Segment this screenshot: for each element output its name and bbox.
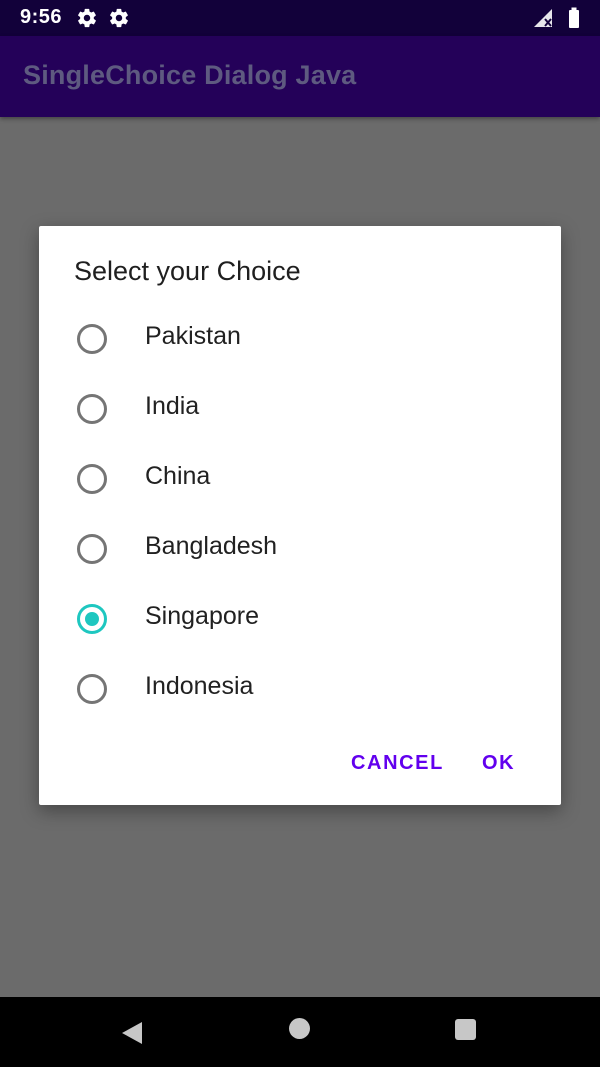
radio-button-unchecked[interactable] <box>77 534 107 564</box>
radio-button-unchecked[interactable] <box>77 394 107 424</box>
navigation-bar <box>0 997 600 1067</box>
option-label: India <box>145 392 200 420</box>
option-label: Singapore <box>145 602 259 630</box>
dialog-title: Select your Choice <box>74 256 301 286</box>
option-label: Indonesia <box>145 672 254 700</box>
option-china[interactable]: China <box>39 444 561 514</box>
status-time: 9:56 <box>20 6 63 28</box>
option-indonesia[interactable]: Indonesia <box>39 654 561 724</box>
option-label: Bangladesh <box>145 532 278 560</box>
battery-icon <box>569 7 579 28</box>
gear-icon <box>110 8 128 28</box>
back-icon[interactable] <box>121 1021 143 1045</box>
gear-icon <box>78 8 96 28</box>
app-title: SingleChoice Dialog Java <box>23 60 357 90</box>
single-choice-dialog: Select your Choice Pakistan India China … <box>39 226 561 805</box>
radio-button-unchecked[interactable] <box>77 674 107 704</box>
recents-icon[interactable] <box>455 1019 476 1040</box>
radio-button-unchecked[interactable] <box>77 324 107 354</box>
cancel-button[interactable]: CANCEL <box>351 752 444 775</box>
status-bar: 9:56 <box>0 0 600 36</box>
dialog-actions: CANCEL OK <box>39 746 561 786</box>
option-label: China <box>145 462 211 490</box>
option-bangladesh[interactable]: Bangladesh <box>39 514 561 584</box>
app-bar: SingleChoice Dialog Java <box>0 36 600 117</box>
status-icons <box>534 7 579 28</box>
home-icon[interactable] <box>289 1018 310 1039</box>
option-singapore[interactable]: Singapore <box>39 584 561 654</box>
option-label: Pakistan <box>145 322 241 350</box>
ok-button[interactable]: OK <box>482 752 515 775</box>
option-pakistan[interactable]: Pakistan <box>39 304 561 374</box>
option-india[interactable]: India <box>39 374 561 444</box>
radio-button-unchecked[interactable] <box>77 464 107 494</box>
signal-icon <box>534 9 552 27</box>
radio-button-checked[interactable] <box>77 604 107 634</box>
